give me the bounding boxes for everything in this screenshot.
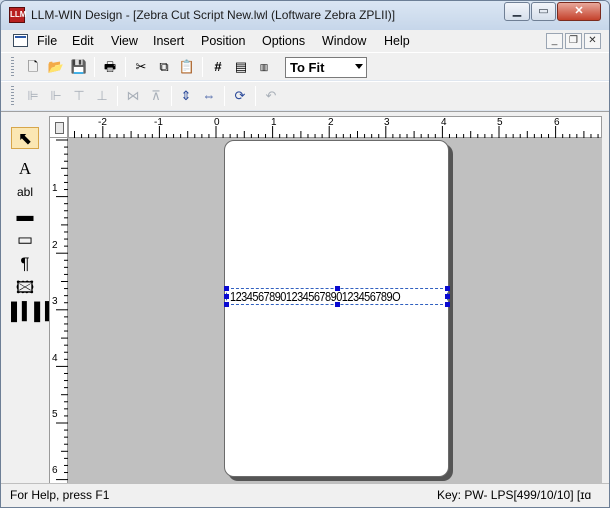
- minimize-button[interactable]: ▁: [504, 2, 530, 21]
- chevron-down-icon: [355, 64, 363, 69]
- pointer-tool-icon[interactable]: ⬉: [11, 127, 39, 149]
- app-logo-icon: LLM: [9, 7, 26, 23]
- text-field-tool-icon[interactable]: abl: [11, 181, 39, 203]
- hruler-label: 6: [554, 117, 560, 128]
- text-tool-icon[interactable]: A: [11, 158, 39, 180]
- center-vertical-icon[interactable]: ⇕: [176, 86, 196, 106]
- menu-position[interactable]: Position: [201, 34, 245, 48]
- copy-icon[interactable]: ⧉: [154, 57, 174, 77]
- vruler-label: 5: [52, 409, 58, 420]
- menu-bar: File Edit View Insert Position Options W…: [1, 30, 609, 52]
- toolbar-separator: [94, 57, 95, 77]
- barcode-human-readable-text: 12345678901234567890123456789O: [230, 290, 401, 304]
- vruler-label: 2: [52, 240, 58, 251]
- hruler-label: -2: [98, 117, 107, 128]
- resize-handle[interactable]: [224, 294, 229, 299]
- hruler-label: 3: [384, 117, 390, 128]
- child-restore-button[interactable]: ❐: [565, 33, 582, 49]
- hruler-label: -1: [154, 117, 163, 128]
- maximize-button[interactable]: ▭: [531, 2, 556, 21]
- center-horizontal-icon[interactable]: ⇔: [199, 86, 219, 106]
- resize-handle[interactable]: [224, 302, 229, 307]
- undo-icon[interactable]: ↶: [261, 86, 281, 106]
- zoom-value: To Fit: [290, 60, 325, 75]
- vruler-label: 4: [52, 353, 58, 364]
- tool-palette: ⬉ A abl ▬ ▭ ¶ 🖾 ▌▍▌▍: [9, 118, 58, 478]
- resize-handle[interactable]: [445, 302, 450, 307]
- toolbar-separator: [171, 86, 172, 106]
- space-vertical-icon[interactable]: ⊼: [146, 86, 166, 106]
- align-top-icon[interactable]: ⊤: [69, 86, 89, 106]
- design-canvas[interactable]: 12345678901234567890123456789O: [68, 138, 602, 484]
- hruler-label: 1: [271, 117, 277, 128]
- zoom-select[interactable]: To Fit: [285, 57, 367, 78]
- resize-handle[interactable]: [224, 286, 229, 291]
- vruler-label: 1: [52, 183, 58, 194]
- rotate-icon[interactable]: ⟳: [230, 86, 250, 106]
- status-key-text: Key: PW- LPS[499/10/10] [ɪɑ: [437, 488, 592, 502]
- toolbar-grip[interactable]: [11, 86, 14, 106]
- horizontal-ruler-ticks: [74, 126, 599, 138]
- image-tool-icon[interactable]: 🖾: [11, 277, 39, 299]
- title-bar[interactable]: LLM LLM-WIN Design - [Zebra Cut Script N…: [1, 1, 609, 30]
- properties-icon[interactable]: ▤: [231, 57, 251, 77]
- design-workspace: ⬉ A abl ▬ ▭ ¶ 🖾 ▌▍▌▍ -2 -1 0 1 2 3 4 5 6: [1, 111, 609, 484]
- hruler-label: 0: [214, 117, 220, 128]
- menu-help[interactable]: Help: [384, 34, 410, 48]
- toolbar-separator: [125, 57, 126, 77]
- hruler-label: 4: [441, 117, 447, 128]
- line-tool-icon[interactable]: ▬: [11, 205, 39, 227]
- menu-window[interactable]: Window: [322, 34, 366, 48]
- vruler-label: 6: [52, 465, 58, 476]
- barcode-tool-icon[interactable]: ▌▍▌▍: [11, 301, 58, 323]
- paste-icon[interactable]: 📋: [177, 57, 197, 77]
- alignment-toolbar: ⊫ ⊩ ⊤ ⊥ ⋈ ⊼ ⇕ ⇔ ⟳ ↶: [1, 81, 609, 110]
- standard-toolbar: 🗋 📂 💾 🖶 ✂ ⧉ 📋 # ▤ ▥ To Fit: [1, 52, 609, 80]
- toolbar-separator: [117, 86, 118, 106]
- cut-icon[interactable]: ✂: [131, 57, 151, 77]
- hruler-label: 2: [328, 117, 334, 128]
- align-right-icon[interactable]: ⊩: [46, 86, 66, 106]
- menu-options[interactable]: Options: [262, 34, 305, 48]
- toolbar-separator: [224, 86, 225, 106]
- menu-edit[interactable]: Edit: [72, 34, 94, 48]
- resize-handle[interactable]: [335, 302, 340, 307]
- align-left-icon[interactable]: ⊫: [23, 86, 43, 106]
- ruler-corner[interactable]: [49, 116, 68, 138]
- status-bar: For Help, press F1 Key: PW- LPS[499/10/1…: [1, 483, 609, 507]
- paragraph-tool-icon[interactable]: ¶: [11, 253, 39, 275]
- app-window: LLM LLM-WIN Design - [Zebra Cut Script N…: [0, 0, 610, 508]
- menu-file[interactable]: File: [37, 34, 57, 48]
- barcode-data-icon[interactable]: ▥: [254, 57, 274, 77]
- save-icon[interactable]: 💾: [69, 57, 89, 77]
- align-bottom-icon[interactable]: ⊥: [92, 86, 112, 106]
- document-menu-icon[interactable]: [13, 34, 28, 47]
- label-page[interactable]: [224, 140, 449, 477]
- new-file-icon[interactable]: 🗋: [23, 57, 43, 77]
- toolbar-separator: [202, 57, 203, 77]
- horizontal-ruler: -2 -1 0 1 2 3 4 5 6: [68, 116, 602, 138]
- resize-handle[interactable]: [335, 286, 340, 291]
- child-close-button[interactable]: ✕: [584, 33, 601, 49]
- menu-view[interactable]: View: [111, 34, 138, 48]
- toolbar-separator: [255, 86, 256, 106]
- vruler-label: 3: [52, 296, 58, 307]
- status-help-text: For Help, press F1: [10, 488, 110, 502]
- space-horizontal-icon[interactable]: ⋈: [123, 86, 143, 106]
- barcode-field[interactable]: 12345678901234567890123456789O: [224, 286, 450, 307]
- grid-icon[interactable]: #: [208, 57, 228, 77]
- rectangle-tool-icon[interactable]: ▭: [11, 229, 39, 251]
- print-icon[interactable]: 🖶: [100, 57, 120, 77]
- child-minimize-button[interactable]: _: [546, 33, 563, 49]
- hruler-label: 5: [497, 117, 503, 128]
- menu-insert[interactable]: Insert: [153, 34, 184, 48]
- window-title: LLM-WIN Design - [Zebra Cut Script New.l…: [31, 8, 396, 22]
- vertical-ruler: 1 2 3 4 5 6: [49, 138, 68, 484]
- resize-handle[interactable]: [445, 294, 450, 299]
- resize-handle[interactable]: [445, 286, 450, 291]
- toolbar-grip[interactable]: [11, 57, 14, 77]
- open-folder-icon[interactable]: 📂: [46, 57, 66, 77]
- close-button[interactable]: ✕: [557, 2, 601, 21]
